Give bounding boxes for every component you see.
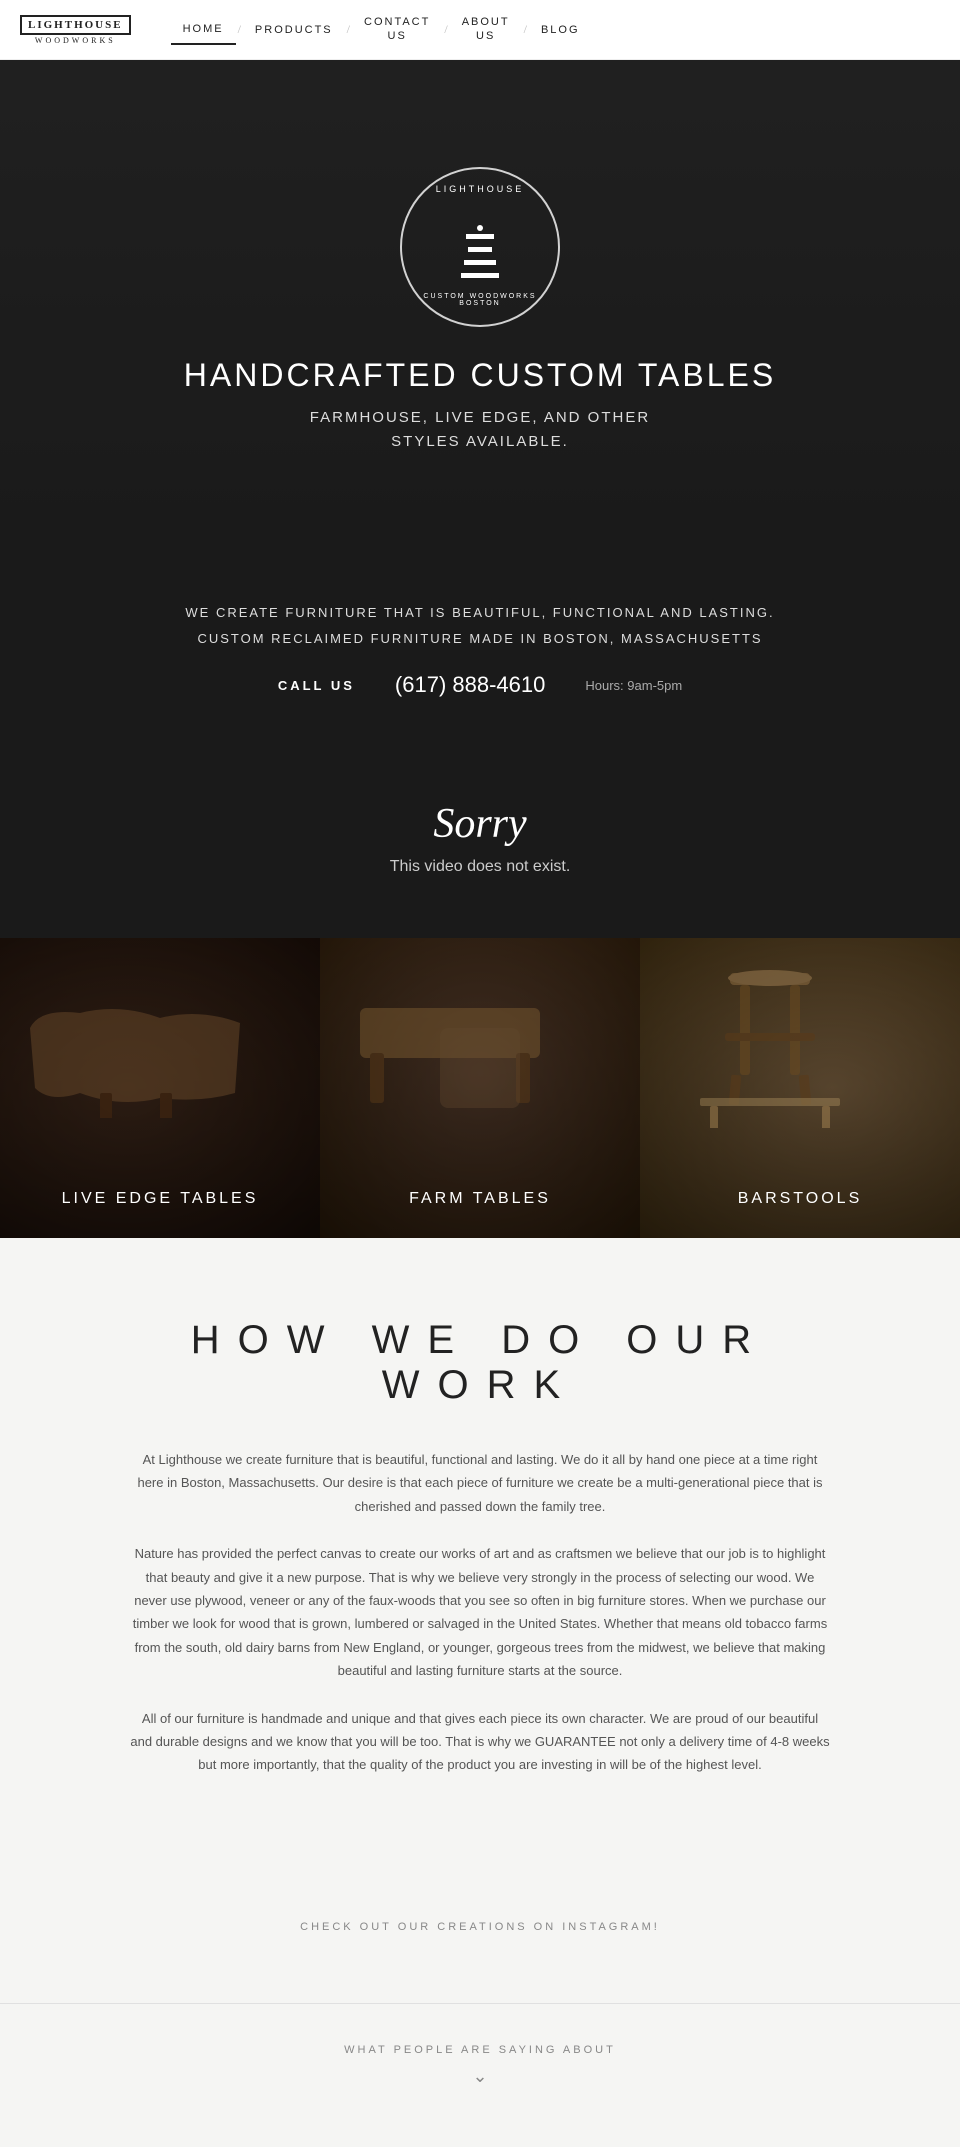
product-live-edge[interactable]: LIVE EDGE TABLES	[0, 938, 320, 1238]
farm-table-svg	[350, 988, 550, 1128]
how-paragraph-3: All of our furniture is handmade and uni…	[130, 1707, 830, 1777]
hero-section: HANDCRAFTED CUSTOM TABLES FARMHOUSE, LIV…	[0, 60, 960, 560]
info-bar: WE CREATE FURNITURE THAT IS BEAUTIFUL, F…	[0, 560, 960, 738]
lighthouse-gap-2	[468, 254, 492, 258]
lighthouse-stripe-4	[461, 273, 499, 278]
phone-row: CALL US (617) 888-4610 Hours: 9am-5pm	[60, 672, 900, 698]
instagram-label[interactable]: CHECK OUT OUR CREATIONS ON INSTAGRAM!	[20, 1921, 940, 1933]
nav-separator-1: /	[236, 22, 243, 37]
testimonials-section: WHAT PEOPLE ARE SAYING ABOUT ⌄	[0, 2003, 960, 2147]
lighthouse-icon	[461, 225, 499, 278]
hero-subtitle-line2: STYLES AVAILABLE.	[391, 433, 569, 450]
hero-subtitle: FARMHOUSE, LIVE EDGE, AND OTHER STYLES A…	[184, 406, 776, 454]
lighthouse-gap-1	[468, 241, 492, 245]
nav-item-blog[interactable]: BLOG	[529, 16, 592, 44]
product-barstools-label: BARSTOOLS	[640, 1190, 960, 1208]
how-paragraph-2: Nature has provided the perfect canvas t…	[130, 1542, 830, 1682]
video-error-message: This video does not exist.	[390, 858, 571, 876]
lighthouse-gap-3	[464, 267, 496, 271]
lighthouse-body	[461, 234, 499, 278]
barstool-svg	[700, 968, 840, 1128]
logo-bottom: WOODWORKS	[35, 36, 116, 45]
nav-separator-4: /	[522, 22, 529, 37]
live-edge-svg	[20, 998, 250, 1118]
lighthouse-stripe-3	[464, 260, 496, 265]
testimonials-label: WHAT PEOPLE ARE SAYING ABOUT	[20, 2044, 940, 2056]
navigation: LIGHTHOUSE WOODWORKS HOME / PRODUCTS / C…	[0, 0, 960, 60]
nav-links: HOME / PRODUCTS / CONTACTUS / ABOUTUS / …	[171, 8, 940, 50]
testimonials-arrow-icon: ⌄	[20, 2066, 940, 2087]
nav-link-blog[interactable]: BLOG	[529, 16, 592, 44]
nav-item-products[interactable]: PRODUCTS	[243, 16, 345, 44]
call-us-label: CALL US	[278, 678, 355, 693]
lighthouse-light	[477, 225, 483, 231]
info-line-2: CUSTOM RECLAIMED FURNITURE MADE IN BOSTO…	[60, 626, 900, 652]
business-hours: Hours: 9am-5pm	[585, 678, 682, 693]
product-barstools[interactable]: BARSTOOLS	[640, 938, 960, 1238]
hero-content: HANDCRAFTED CUSTOM TABLES FARMHOUSE, LIV…	[184, 167, 776, 454]
info-line-1: WE CREATE FURNITURE THAT IS BEAUTIFUL, F…	[60, 600, 900, 626]
how-paragraph-1: At Lighthouse we create furniture that i…	[130, 1448, 830, 1518]
nav-link-about[interactable]: ABOUTUS	[450, 8, 522, 50]
phone-number[interactable]: (617) 888-4610	[395, 672, 545, 698]
lighthouse-stripe-1	[466, 234, 494, 239]
how-title: HOW WE DO OUR WORK	[120, 1318, 840, 1408]
video-section: Sorry This video does not exist.	[0, 738, 960, 938]
lighthouse-stripe-2	[468, 247, 492, 252]
product-farm-tables[interactable]: FARM TABLES	[320, 938, 640, 1238]
product-grid: LIVE EDGE TABLES FARM TABLES	[0, 938, 960, 1238]
hero-logo-circle	[400, 167, 560, 327]
nav-item-home[interactable]: HOME	[171, 15, 236, 45]
hero-subtitle-line1: FARMHOUSE, LIVE EDGE, AND OTHER	[310, 409, 650, 426]
nav-item-about[interactable]: ABOUTUS	[450, 8, 522, 50]
nav-link-products[interactable]: PRODUCTS	[243, 16, 345, 44]
product-farm-tables-label: FARM TABLES	[320, 1190, 640, 1208]
instagram-section: CHECK OUT OUR CREATIONS ON INSTAGRAM!	[0, 1861, 960, 2003]
logo-top: LIGHTHOUSE	[20, 15, 131, 35]
how-section: HOW WE DO OUR WORK At Lighthouse we crea…	[0, 1238, 960, 1861]
nav-item-contact[interactable]: CONTACTUS	[352, 8, 442, 50]
nav-separator-3: /	[442, 22, 449, 37]
hero-title: HANDCRAFTED CUSTOM TABLES	[184, 357, 776, 394]
nav-link-home[interactable]: HOME	[171, 15, 236, 45]
site-logo[interactable]: LIGHTHOUSE WOODWORKS	[20, 15, 131, 45]
info-bar-text: WE CREATE FURNITURE THAT IS BEAUTIFUL, F…	[60, 600, 900, 652]
video-sorry-title: Sorry	[433, 800, 526, 848]
product-live-edge-label: LIVE EDGE TABLES	[0, 1190, 320, 1208]
nav-separator-2: /	[345, 22, 352, 37]
nav-link-contact[interactable]: CONTACTUS	[352, 8, 442, 50]
